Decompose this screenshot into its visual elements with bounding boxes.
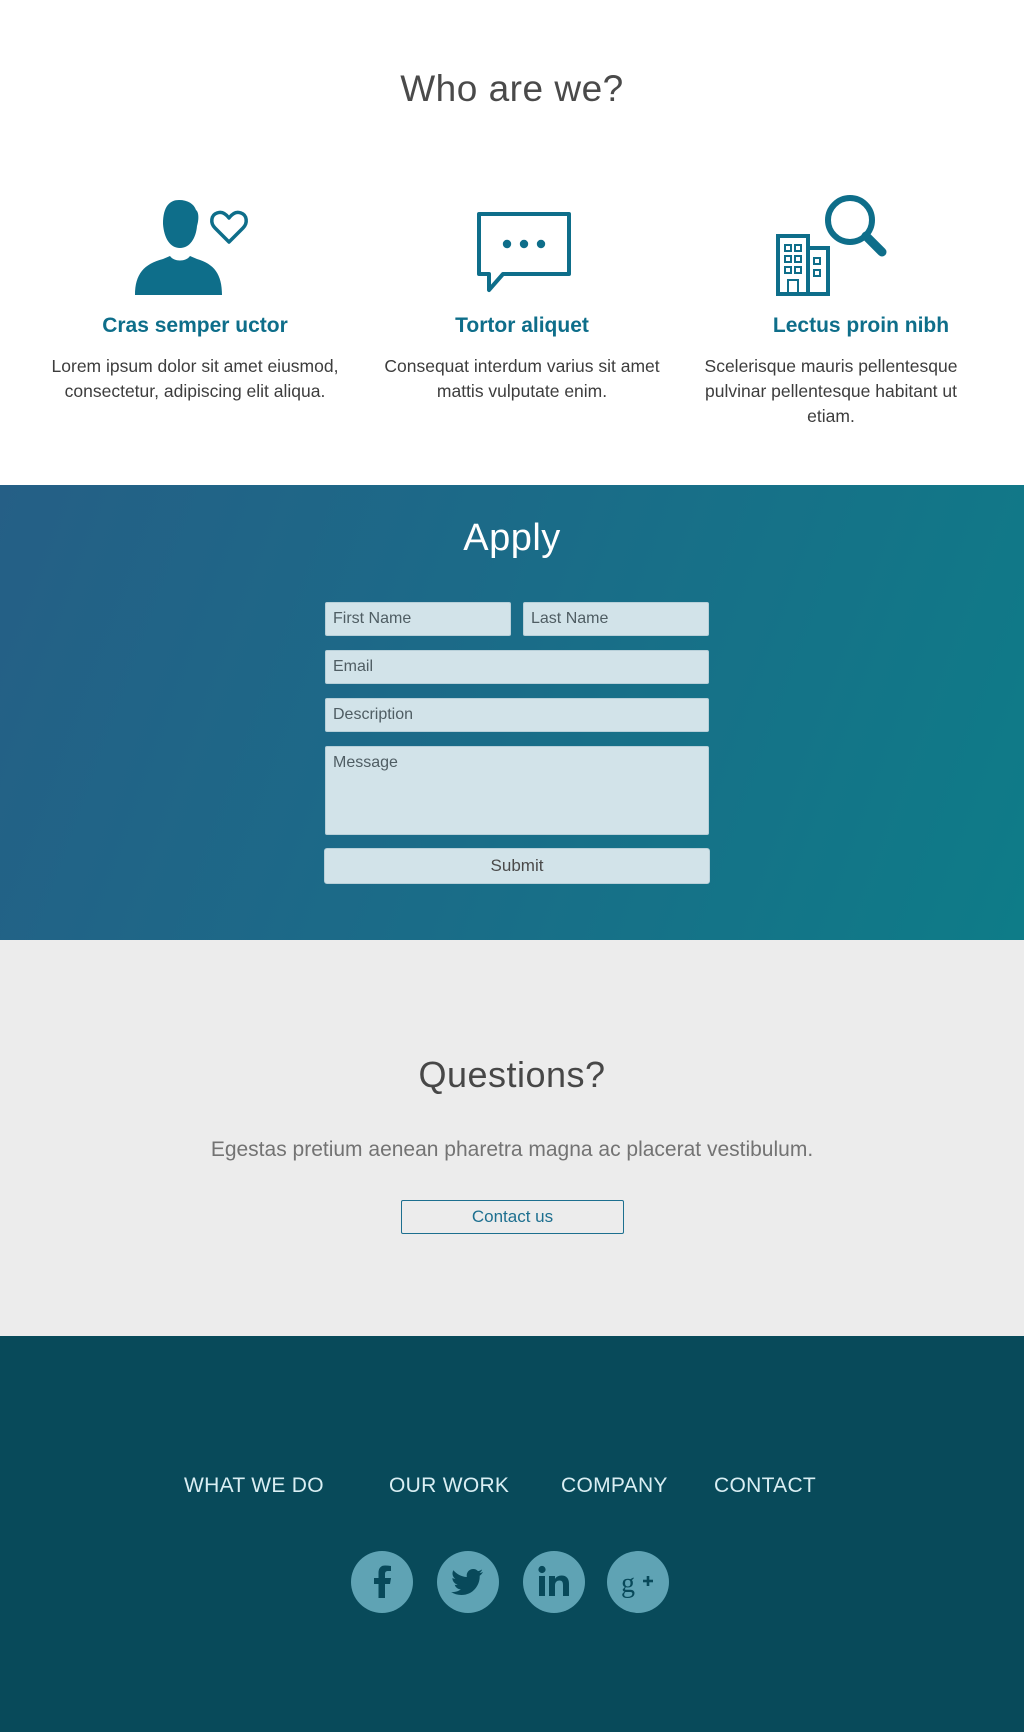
user-heart-icon [45,190,345,300]
svg-text:g: g [621,1568,635,1599]
apply-section: Apply Submit [0,485,1024,940]
footer: WHAT WE DO OUR WORK COMPANY CONTACT g [0,1336,1024,1732]
questions-section: Questions? Egestas pretium aenean pharet… [0,940,1024,1336]
apply-title: Apply [463,517,561,559]
submit-button[interactable]: Submit [324,848,710,884]
about-title: Who are we? [400,68,624,109]
building-search-icon [681,190,981,300]
questions-text: Egestas pretium aenean pharetra magna ac… [210,1138,814,1161]
description-input[interactable] [325,698,709,732]
footer-link-contact[interactable]: CONTACT [714,1474,816,1498]
footer-link-company[interactable]: COMPANY [561,1474,668,1498]
last-name-input[interactable] [523,602,709,636]
contact-us-button[interactable]: Contact us [401,1200,624,1234]
feature-title: Cras semper uctor [102,314,288,337]
questions-title: Questions? [418,1054,606,1095]
email-input[interactable] [325,650,709,684]
feature-text: Consequat interdum varius sit amet matti… [384,356,660,401]
feature-title: Lectus proin nibh [772,314,950,337]
about-section: Who are we? Cras semper uctor Lorem ipsu… [0,0,1024,485]
footer-link-our-work[interactable]: OUR WORK [389,1474,509,1498]
feature-card: Tortor aliquet Consequat interdum varius… [372,190,672,401]
linkedin-icon[interactable] [523,1551,585,1613]
feature-card: Lectus proin nibh Scelerisque mauris pel… [681,190,981,426]
chat-bubble-icon [372,190,672,300]
twitter-icon[interactable] [437,1551,499,1613]
footer-link-what-we-do[interactable]: WHAT WE DO [184,1474,324,1498]
message-textarea[interactable] [325,746,709,835]
feature-title: Tortor aliquet [455,314,589,337]
feature-text: Scelerisque mauris pellentesque pulvinar… [704,356,958,426]
feature-card: Cras semper uctor Lorem ipsum dolor sit … [45,190,345,401]
google-plus-icon[interactable]: g [607,1551,669,1613]
first-name-input[interactable] [325,602,511,636]
feature-text: Lorem ipsum dolor sit amet eiusmod, cons… [51,356,339,401]
facebook-icon[interactable] [351,1551,413,1613]
